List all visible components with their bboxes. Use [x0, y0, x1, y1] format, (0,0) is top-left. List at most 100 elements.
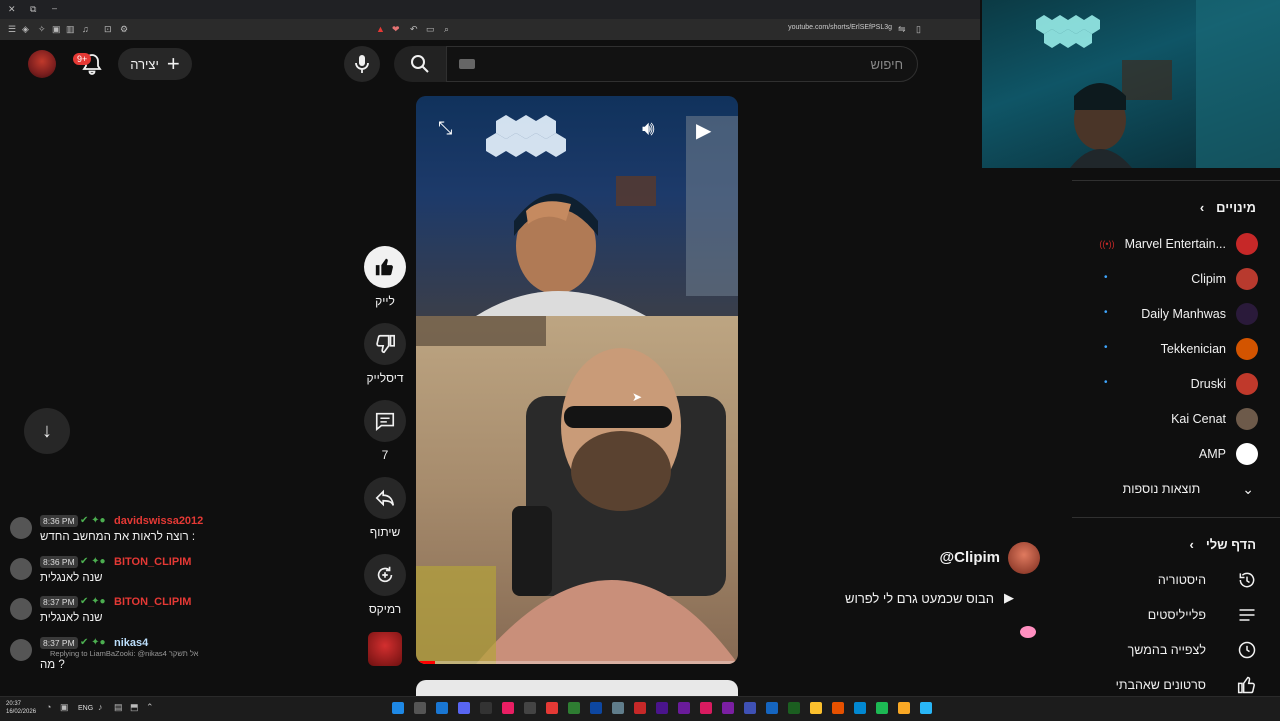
chat-message[interactable]: 8:36 PM ✔ ✦● BITON_CLIPIM שנה לאנגלית	[10, 555, 340, 592]
files-icon[interactable]	[898, 702, 910, 714]
dislike-button[interactable]	[364, 323, 406, 365]
search-button[interactable]	[394, 46, 446, 82]
video-title-row[interactable]: הבוס שכמעט גרם לי לפרוש ▶	[845, 590, 1014, 606]
chevron-up-icon[interactable]: ⌃	[146, 702, 154, 713]
translate-icon[interactable]: ⇋	[898, 24, 906, 35]
sidebar-subscription-item[interactable]: ((•)) Marvel Entertain...	[1099, 232, 1258, 256]
window-controls: ✕ ⧉ –	[0, 0, 980, 18]
shield-icon[interactable]: ◈	[22, 24, 29, 35]
tabs-icon[interactable]: ▣	[52, 24, 61, 35]
shorts-video-player[interactable]: ⤡ 🔊︎ ▶ ➤	[416, 96, 738, 664]
clock-time: 20:37	[6, 701, 22, 707]
sidebar-subscription-item[interactable]: Tekkenician	[1161, 337, 1258, 361]
fullscreen-icon[interactable]: ⤡	[438, 118, 452, 139]
chat-message[interactable]: 8:37 PM ✔ ✦● nikas4 Replying to LiamBaZooki…	[10, 636, 340, 673]
voice-search-button[interactable]	[344, 46, 380, 82]
video-progress-bar[interactable]	[416, 661, 738, 664]
sound-source-thumbnail[interactable]	[368, 632, 402, 666]
close-icon[interactable]: ✕	[8, 4, 16, 15]
discord-icon[interactable]	[458, 702, 470, 714]
steam-icon[interactable]	[392, 702, 404, 714]
app-red-icon[interactable]	[546, 702, 558, 714]
bookmark-icon[interactable]: ▯	[916, 24, 921, 35]
menu-icon[interactable]: ☰	[8, 24, 16, 35]
you-header[interactable]: ‹ הדף שלי	[1189, 537, 1256, 552]
language-indicator[interactable]: ENG	[78, 705, 93, 712]
account-avatar[interactable]	[28, 50, 56, 78]
microphone-icon[interactable]: ♪	[98, 702, 103, 712]
sidebar-subscription-item[interactable]: Druski	[1191, 372, 1258, 396]
chrome-icon[interactable]	[810, 702, 822, 714]
settings-icon[interactable]: ⚙	[120, 24, 128, 35]
share-button[interactable]	[364, 477, 406, 519]
chat-username[interactable]: BITON_CLIPIM	[114, 596, 191, 608]
sidebar-subscription-item[interactable]: AMP	[1199, 442, 1258, 466]
address-bar[interactable]: youtube.com/shorts/ErlSEfPSL3g	[788, 24, 892, 31]
remix-button[interactable]	[364, 554, 406, 596]
network-icon[interactable]: ⬒	[130, 702, 139, 713]
twitch-icon[interactable]	[678, 702, 690, 714]
chat-message[interactable]: 8:36 PM ✔ ✦● davidswissa2012 רוצה לראות את …	[10, 515, 340, 551]
sidebar-you-item[interactable]: לצפייה בהמשך	[1128, 638, 1258, 662]
channel-avatar[interactable]	[1008, 542, 1040, 574]
chat-username[interactable]: davidswissa2012	[114, 515, 203, 527]
premiere-icon[interactable]	[656, 702, 668, 714]
wand-icon[interactable]: ✧	[38, 24, 46, 35]
play-icon[interactable]: ▶	[696, 118, 711, 143]
davinci-icon[interactable]	[502, 702, 514, 714]
sidebar-you-item[interactable]: פלייליסטים	[1148, 603, 1258, 627]
start-icon[interactable]	[920, 702, 932, 714]
terminal-icon[interactable]	[524, 702, 536, 714]
epic-icon[interactable]	[480, 702, 492, 714]
wifi-icon[interactable]: ◔	[46, 702, 51, 712]
app-purple-icon[interactable]	[722, 702, 734, 714]
discord2-icon[interactable]	[744, 702, 756, 714]
search-icon[interactable]: ⌕	[444, 24, 449, 35]
create-button[interactable]: יצירה +	[118, 48, 192, 80]
sidebar-subscription-item[interactable]: Daily Manhwas	[1141, 302, 1258, 326]
vscode-icon[interactable]	[436, 702, 448, 714]
like-button[interactable]	[364, 246, 406, 288]
microphone-icon	[355, 55, 369, 73]
settings-icon[interactable]	[612, 702, 624, 714]
minimize-icon[interactable]: –	[52, 3, 57, 13]
chat-username[interactable]: nikas4	[114, 637, 148, 649]
spotify-icon[interactable]	[876, 702, 888, 714]
extension-icon[interactable]: ❤	[392, 24, 400, 35]
mail-icon[interactable]	[766, 702, 778, 714]
sidebar-subscription-item[interactable]: Clipim	[1191, 267, 1258, 291]
keyboard-icon[interactable]	[459, 59, 475, 69]
photoshop-icon[interactable]	[590, 702, 602, 714]
back-icon[interactable]: ↶	[410, 24, 418, 35]
window-icon[interactable]: ▭	[426, 24, 435, 35]
chat-username[interactable]: BITON_CLIPIM	[114, 556, 191, 568]
chat-badges-icon: ✔ ✦●	[80, 515, 106, 526]
volume-icon[interactable]: 🔊︎	[642, 118, 655, 141]
sidebar-you-item[interactable]: היסטוריה	[1158, 568, 1258, 592]
music-icon[interactable]: ♫	[82, 24, 89, 34]
screenshot-icon[interactable]: ⊡	[104, 24, 112, 35]
obs-icon[interactable]	[414, 702, 426, 714]
chrome-red-icon[interactable]	[634, 702, 646, 714]
sheets-icon[interactable]	[788, 702, 800, 714]
sidebar-you-item[interactable]: סרטונים שאהבתי	[1116, 673, 1258, 697]
restore-icon[interactable]: ⧉	[30, 4, 36, 15]
channel-name[interactable]: @Clipim	[940, 549, 1000, 566]
excel-icon[interactable]	[568, 702, 580, 714]
chat-message[interactable]: 8:37 PM ✔ ✦● BITON_CLIPIM שנה לאנגלית	[10, 596, 340, 632]
keyboard-icon[interactable]: ▤	[114, 702, 123, 713]
sidebar-icon[interactable]: ▥	[66, 24, 75, 35]
brave-icon[interactable]: ▲	[376, 24, 385, 34]
edge-icon[interactable]	[854, 702, 866, 714]
show-more-button[interactable]: תוצאות נוספות ⌄	[1123, 477, 1254, 501]
taskbar-clock[interactable]: 20:37 16/02/2026	[6, 700, 36, 716]
scroll-down-button[interactable]: ↓	[24, 408, 70, 454]
subscriptions-header[interactable]: ‹ מינויים	[1200, 200, 1256, 215]
search-input[interactable]: חיפוש	[446, 46, 918, 82]
app-pink-icon[interactable]	[700, 702, 712, 714]
display-icon[interactable]: ▣	[60, 702, 69, 713]
brave-icon[interactable]	[832, 702, 844, 714]
comments-button[interactable]	[364, 400, 406, 442]
sidebar-subscription-item[interactable]: Kai Cenat	[1171, 407, 1258, 431]
os-taskbar: 20:37 16/02/2026 ◔ ▣ ENG ♪ ▤ ⬒ ⌃	[0, 696, 1280, 721]
